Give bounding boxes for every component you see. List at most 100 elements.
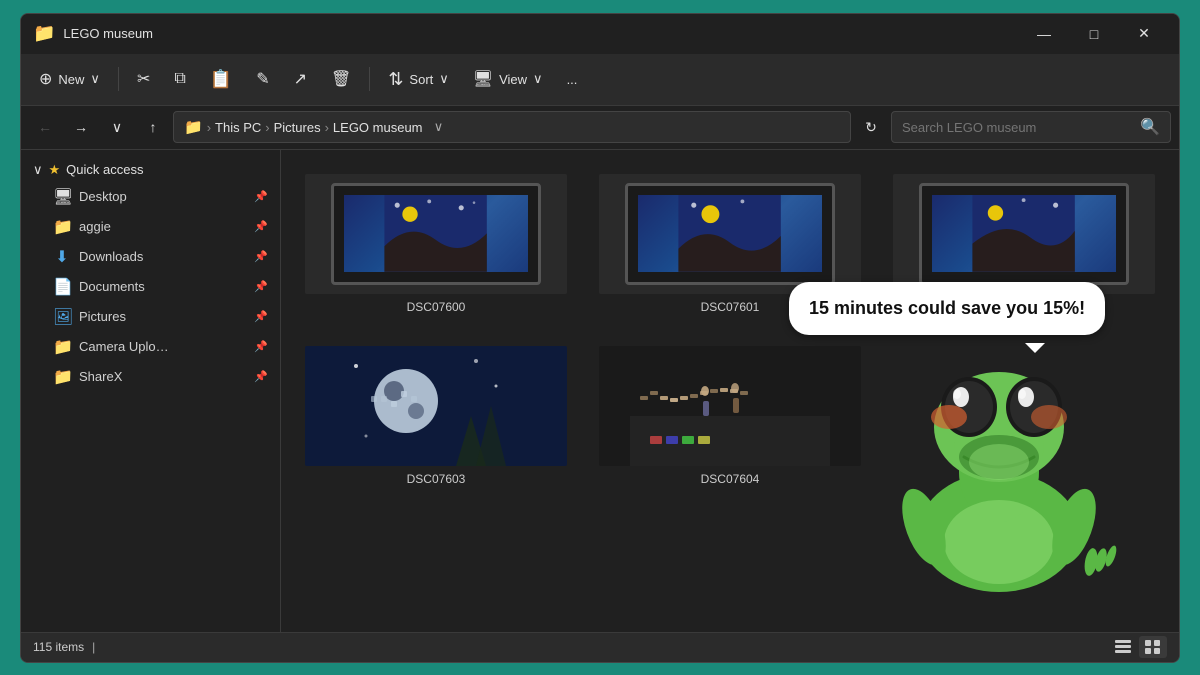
file-thumb-dsc07601 bbox=[599, 174, 861, 294]
downloads-icon: ⬇ bbox=[53, 247, 71, 267]
toolbar-separator-2 bbox=[369, 67, 370, 91]
monitor-frame-3 bbox=[919, 183, 1129, 285]
file-item-dsc07601[interactable]: DSC07601 bbox=[591, 166, 869, 322]
search-input[interactable] bbox=[902, 120, 1132, 135]
file-name-dsc07603: DSC07603 bbox=[407, 472, 466, 486]
sidebar-item-desktop[interactable]: 🖥 Desktop 📌 bbox=[25, 182, 276, 212]
more-label: ... bbox=[567, 72, 578, 87]
maximize-button[interactable]: □ bbox=[1071, 18, 1117, 50]
search-box[interactable]: 🔍 bbox=[891, 111, 1171, 143]
quick-access-star: ★ bbox=[49, 162, 61, 178]
sidebar-sharex-label: ShareX bbox=[79, 369, 246, 384]
address-bar: ← → ∨ ↑ 📁 › This PC › Pictures › LEGO mu… bbox=[21, 106, 1179, 150]
file-item-dsc07600[interactable]: DSC07600 bbox=[297, 166, 575, 322]
close-button[interactable]: ✕ bbox=[1121, 18, 1167, 50]
sidebar-item-downloads[interactable]: ⬇ Downloads 📌 bbox=[25, 242, 276, 272]
breadcrumb-dropdown-icon: ∨ bbox=[427, 111, 451, 143]
file-name-dsc07600: DSC07600 bbox=[407, 300, 466, 314]
file-item-dsc07602[interactable]: DSC07602 bbox=[885, 166, 1163, 322]
pin-icon-downloads: 📌 bbox=[254, 250, 268, 263]
monitor-frame-1 bbox=[331, 183, 541, 285]
file-name-dsc07602: DSC07602 bbox=[995, 300, 1054, 314]
delete-icon: 🗑 bbox=[331, 69, 351, 89]
toolbar: ⊕ New ∨ ✂ ⧉ 📋 ✎ ↗ 🗑 ⇅ Sort ∨ 🖥 bbox=[21, 54, 1179, 106]
quick-access-header[interactable]: ∨ ★ Quick access bbox=[25, 158, 276, 182]
quick-access-chevron: ∨ bbox=[33, 162, 43, 178]
sort-label: Sort bbox=[409, 72, 433, 87]
view-label: View bbox=[499, 72, 527, 87]
main-content: ∨ ★ Quick access 🖥 Desktop 📌 📁 aggie 📌 ⬇… bbox=[21, 150, 1179, 632]
share-icon: ↗ bbox=[294, 69, 307, 89]
monitor-screen-1 bbox=[344, 195, 527, 272]
sidebar-camera-label: Camera Uplo… bbox=[79, 339, 246, 354]
sort-button[interactable]: ⇅ Sort ∨ bbox=[378, 61, 458, 97]
copy-icon: ⧉ bbox=[174, 70, 185, 88]
minimize-button[interactable]: — bbox=[1021, 18, 1067, 50]
view-chevron: ∨ bbox=[533, 71, 543, 87]
breadcrumb-this-pc: This PC bbox=[215, 120, 261, 135]
breadcrumb-sep-2: › bbox=[265, 120, 269, 135]
documents-icon: 📄 bbox=[53, 277, 71, 297]
pin-icon-pictures: 📌 bbox=[254, 310, 268, 323]
window-title: LEGO museum bbox=[63, 26, 1013, 41]
file-name-dsc07601: DSC07601 bbox=[701, 300, 760, 314]
sidebar-downloads-label: Downloads bbox=[79, 249, 246, 264]
more-button[interactable]: ... bbox=[557, 61, 588, 97]
new-button[interactable]: ⊕ New ∨ bbox=[29, 61, 110, 97]
quick-access-label: Quick access bbox=[66, 162, 143, 177]
file-area[interactable]: DSC07600 bbox=[281, 150, 1179, 632]
up-button[interactable]: ↑ bbox=[137, 111, 169, 143]
pictures-icon: 🖼 bbox=[53, 307, 71, 327]
sort-icon: ⇅ bbox=[388, 69, 403, 90]
aggie-icon: 📁 bbox=[53, 217, 71, 237]
breadcrumb-folder-icon: 📁 bbox=[184, 118, 203, 136]
sidebar-item-aggie[interactable]: 📁 aggie 📌 bbox=[25, 212, 276, 242]
cut-button[interactable]: ✂ bbox=[127, 61, 160, 97]
refresh-button[interactable]: ↻ bbox=[855, 111, 887, 143]
sidebar-item-sharex[interactable]: 📁 ShareX 📌 bbox=[25, 362, 276, 392]
sidebar-item-camera[interactable]: 📁 Camera Uplo… 📌 bbox=[25, 332, 276, 362]
sidebar-aggie-label: aggie bbox=[79, 219, 246, 234]
new-chevron: ∨ bbox=[90, 71, 100, 87]
file-grid: DSC07600 bbox=[297, 166, 1163, 494]
list-view-button[interactable] bbox=[1109, 636, 1137, 658]
sidebar: ∨ ★ Quick access 🖥 Desktop 📌 📁 aggie 📌 ⬇… bbox=[21, 150, 281, 632]
toolbar-separator-1 bbox=[118, 67, 119, 91]
breadcrumb-folder-name: LEGO museum bbox=[333, 120, 423, 135]
file-name-dsc07604: DSC07604 bbox=[701, 472, 760, 486]
desktop-icon: 🖥 bbox=[53, 187, 71, 207]
sidebar-item-pictures[interactable]: 🖼 Pictures 📌 bbox=[25, 302, 276, 332]
file-item-dsc07603[interactable]: DSC07603 bbox=[297, 338, 575, 494]
sidebar-item-documents[interactable]: 📄 Documents 📌 bbox=[25, 272, 276, 302]
file-item-dsc07604[interactable]: DSC07604 bbox=[591, 338, 869, 494]
copy-button[interactable]: ⧉ bbox=[164, 61, 195, 97]
paste-button[interactable]: 📋 bbox=[200, 61, 242, 97]
search-icon: 🔍 bbox=[1140, 117, 1160, 137]
file-thumb-dsc07600 bbox=[305, 174, 567, 294]
camera-icon: 📁 bbox=[53, 337, 71, 357]
breadcrumb-sep-3: › bbox=[325, 120, 329, 135]
pin-icon-documents: 📌 bbox=[254, 280, 268, 293]
breadcrumb[interactable]: 📁 › This PC › Pictures › LEGO museum ∨ bbox=[173, 111, 851, 143]
pin-icon-aggie: 📌 bbox=[254, 220, 268, 233]
breadcrumb-sep-1: › bbox=[207, 120, 211, 135]
delete-button[interactable]: 🗑 bbox=[321, 61, 361, 97]
status-cursor: | bbox=[92, 640, 95, 654]
view-button[interactable]: 🖥 View ∨ bbox=[463, 61, 553, 97]
rename-button[interactable]: ✎ bbox=[246, 61, 279, 97]
view-buttons bbox=[1109, 636, 1167, 658]
sidebar-pictures-label: Pictures bbox=[79, 309, 246, 324]
window-controls: — □ ✕ bbox=[1021, 18, 1167, 50]
sort-chevron: ∨ bbox=[439, 71, 449, 87]
monitor-frame-2 bbox=[625, 183, 835, 285]
share-button[interactable]: ↗ bbox=[284, 61, 317, 97]
forward-button[interactable]: → bbox=[65, 111, 97, 143]
pin-icon-sharex: 📌 bbox=[254, 370, 268, 383]
file-explorer-window: 📁 LEGO museum — □ ✕ ⊕ New ∨ ✂ ⧉ 📋 ✎ ↗ bbox=[20, 13, 1180, 663]
breadcrumb-pictures: Pictures bbox=[274, 120, 321, 135]
recent-button[interactable]: ∨ bbox=[101, 111, 133, 143]
file-thumb-dsc07602 bbox=[893, 174, 1155, 294]
grid-view-button[interactable] bbox=[1139, 636, 1167, 658]
file-thumb-dsc07603 bbox=[305, 346, 567, 466]
back-button[interactable]: ← bbox=[29, 111, 61, 143]
